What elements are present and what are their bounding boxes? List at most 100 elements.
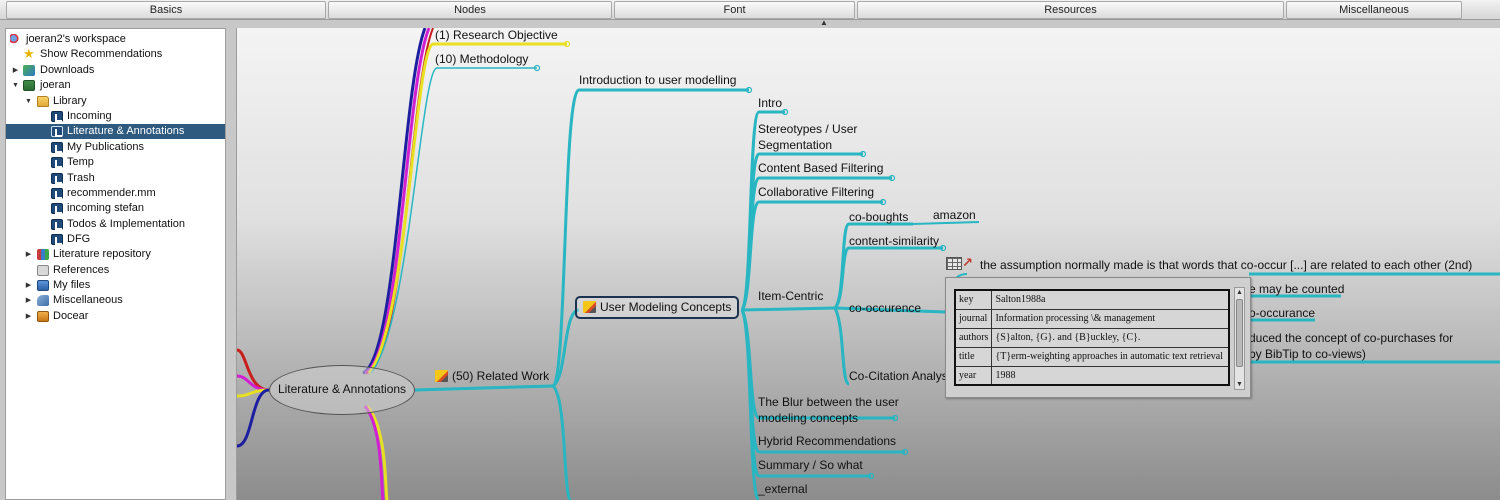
node-external[interactable]: _external <box>758 482 807 497</box>
table-row: key Salton1988a <box>954 289 1230 310</box>
mindmap-file-icon <box>51 142 63 153</box>
node-co-citation[interactable]: Co-Citation Analys <box>849 369 948 384</box>
tree-item-joeran[interactable]: ▼ joeran <box>6 78 225 93</box>
edge-magenta-up <box>364 28 431 375</box>
edge-methodology <box>370 67 537 374</box>
node-research-objective[interactable]: (1) Research Objective <box>435 28 558 43</box>
node-assumption[interactable]: the assumption normally made is that wor… <box>980 258 1472 273</box>
node-blur[interactable]: The Blur between the user modeling conce… <box>758 394 908 426</box>
pencil-note-icon <box>435 370 448 382</box>
scrollbar-thumb[interactable] <box>1236 299 1243 367</box>
tree-item-workspace[interactable]: joeran2's workspace <box>6 32 225 47</box>
tree-item-miscellaneous[interactable]: ▶ Miscellaneous <box>6 293 225 308</box>
tree-item-my-publications[interactable]: My Publications <box>6 140 225 155</box>
tree-item-library[interactable]: ▼ Library <box>6 94 225 109</box>
bibtex-key: title <box>954 346 993 367</box>
attributes-table-icon[interactable] <box>946 257 962 270</box>
tree-item-label: Show Recommendations <box>40 48 163 60</box>
tree-item-temp[interactable]: Temp <box>6 155 225 170</box>
tree-item-literature-annotations[interactable]: Literature & Annotations <box>6 124 225 139</box>
bibtex-value: Information processing \& management <box>991 308 1230 329</box>
node-co-boughts[interactable]: co-boughts <box>849 210 908 225</box>
workspace-tree[interactable]: joeran2's workspace ★ Show Recommendatio… <box>5 28 226 500</box>
mindmap-file-icon <box>51 234 63 245</box>
edge-intro-user-modelling <box>551 88 749 388</box>
tree-item-label: DFG <box>67 233 91 245</box>
table-row: year 1988 <box>954 365 1230 386</box>
node-hybrid-recommendations[interactable]: Hybrid Recommendations <box>758 434 896 449</box>
mindmap-file-icon <box>51 111 63 122</box>
node-co-purchases[interactable]: duced the concept of co-purchases for by… <box>1249 330 1459 362</box>
tree-item-literature-repository[interactable]: ▶ Literature repository <box>6 247 225 262</box>
tree-item-label: Downloads <box>40 64 95 76</box>
expand-icon[interactable]: ▶ <box>24 247 33 262</box>
folder-open-icon <box>37 96 49 107</box>
tree-item-todos-implementation[interactable]: Todos & Implementation <box>6 217 225 232</box>
node-content-similarity[interactable]: content-similarity <box>849 234 939 249</box>
bibtex-value: {S}alton, {G}. and {B}uckley, {C}. <box>991 327 1230 348</box>
scroll-up-icon[interactable]: ▲ <box>1235 288 1244 297</box>
mind-map-canvas[interactable]: Literature & Annotations (1) Research Ob… <box>236 28 1500 500</box>
tab-basics[interactable]: Basics <box>6 1 326 19</box>
tree-item-incoming-stefan[interactable]: incoming stefan <box>6 201 225 216</box>
tree-item-show-recommendations[interactable]: ★ Show Recommendations <box>6 47 225 62</box>
tab-nodes[interactable]: Nodes <box>328 1 612 19</box>
node-related-work[interactable]: (50) Related Work <box>435 369 549 384</box>
scroll-down-icon[interactable]: ▼ <box>1235 380 1244 389</box>
table-row: authors {S}alton, {G}. and {B}uckley, {C}… <box>954 327 1230 348</box>
mindmap-file-icon <box>51 188 63 199</box>
tree-item-trash[interactable]: Trash <box>6 171 225 186</box>
edge-related-work <box>414 384 554 392</box>
collapse-ribbon-icon[interactable]: ▲ <box>818 19 830 27</box>
tree-item-incoming[interactable]: Incoming <box>6 109 225 124</box>
pencil-note-icon <box>583 301 596 313</box>
expand-icon[interactable]: ▶ <box>24 278 33 293</box>
tree-item-dfg[interactable]: DFG <box>6 232 225 247</box>
collapse-icon[interactable]: ▼ <box>11 78 20 93</box>
node-collaborative-filtering[interactable]: Collaborative Filtering <box>758 185 874 200</box>
tab-miscellaneous[interactable]: Miscellaneous <box>1286 1 1462 19</box>
edge-content-similarity <box>833 246 943 310</box>
node-may-be-counted[interactable]: e may be counted <box>1249 282 1344 297</box>
folder-icon <box>37 280 49 291</box>
tree-item-my-files[interactable]: ▶ My files <box>6 278 225 293</box>
star-icon: ★ <box>23 46 35 61</box>
node-methodology[interactable]: (10) Methodology <box>435 52 528 67</box>
ribbon-tab-bar: Basics Nodes Font Resources Miscellaneou… <box>0 0 1500 27</box>
edge-item-centric <box>741 306 836 312</box>
tab-resources[interactable]: Resources <box>857 1 1284 19</box>
node-content-based-filtering[interactable]: Content Based Filtering <box>758 161 883 176</box>
tooltip-scrollbar[interactable]: ▲ ▼ <box>1234 287 1245 390</box>
node-intro-user-modelling[interactable]: Introduction to user modelling <box>579 73 736 88</box>
tree-item-recommender-mm[interactable]: recommender.mm <box>6 186 225 201</box>
root-node[interactable]: Literature & Annotations <box>269 365 415 415</box>
collapse-icon[interactable]: ▼ <box>24 94 33 109</box>
tree-item-docear[interactable]: ▶ Docear <box>6 309 225 324</box>
expand-icon[interactable]: ▶ <box>24 309 33 324</box>
link-arrow-icon[interactable]: ↗ <box>962 256 976 269</box>
expand-icon[interactable]: ▶ <box>24 293 33 308</box>
tree-item-label: joeran2's workspace <box>26 33 126 45</box>
node-intro[interactable]: Intro <box>758 96 782 111</box>
node-user-modeling-concepts[interactable]: User Modeling Concepts <box>575 296 740 319</box>
tree-item-label: Literature & Annotations <box>67 125 185 137</box>
references-icon <box>37 265 49 276</box>
tab-font[interactable]: Font <box>614 1 855 19</box>
expand-icon[interactable]: ▶ <box>11 63 20 78</box>
node-item-centric[interactable]: Item-Centric <box>758 289 823 304</box>
node-co-occurence[interactable]: co-occurence <box>849 301 921 316</box>
tree-item-label: Trash <box>67 172 95 184</box>
tree-item-label: Docear <box>53 310 89 322</box>
node-o-occurance[interactable]: o-occurance <box>1249 306 1315 321</box>
edge-yellow-down <box>365 404 389 500</box>
tree-item-references[interactable]: References <box>6 263 225 278</box>
node-summary[interactable]: Summary / So what <box>758 458 863 473</box>
node-stereotypes[interactable]: Stereotypes / User Segmentation <box>758 121 878 153</box>
tree-item-downloads[interactable]: ▶ Downloads <box>6 63 225 78</box>
tree-item-label: incoming stefan <box>67 202 145 214</box>
bibtex-key: authors <box>954 327 993 348</box>
node-amazon[interactable]: amazon <box>933 208 976 223</box>
bibtex-value: {T}erm-weighting approaches in automatic… <box>991 346 1230 367</box>
node-label: (50) Related Work <box>452 369 550 383</box>
books-icon <box>37 249 49 260</box>
